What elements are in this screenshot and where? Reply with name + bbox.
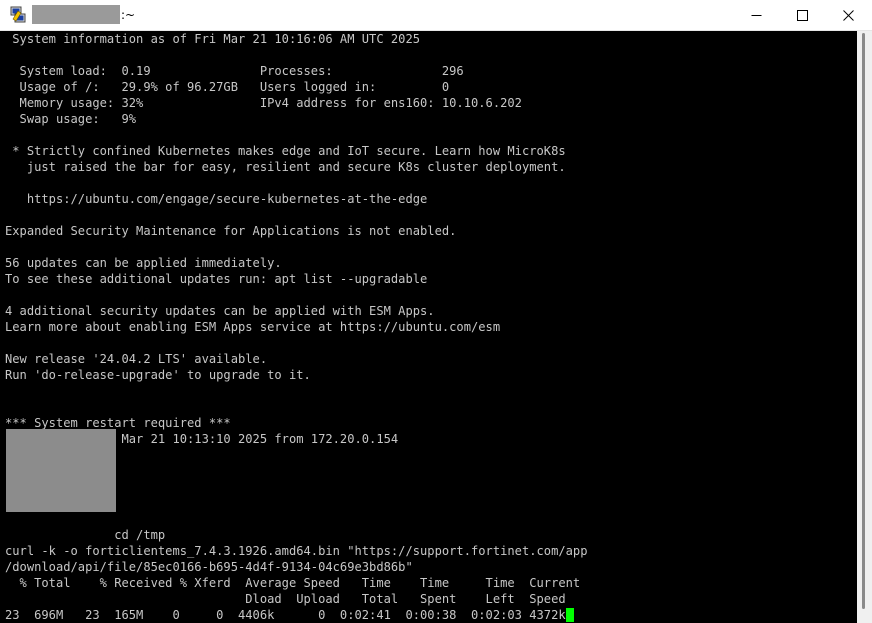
terminal-line: Usage of /: 29.9% of 96.27GB Users logge… [5, 80, 450, 94]
close-button[interactable] [825, 0, 871, 30]
terminal-line: Dload Upload Total Spent Left Speed [5, 592, 566, 606]
terminal-line: https://ubuntu.com/engage/secure-kuberne… [5, 192, 428, 206]
putty-window: :~ System information as of Fri Mar 21 1… [0, 0, 872, 623]
terminal-output[interactable]: System information as of Fri Mar 21 10:1… [0, 31, 857, 623]
terminal-line: cd /tmp [5, 528, 166, 542]
terminal-line: Expanded Security Maintenance for Applic… [5, 224, 457, 238]
maximize-button[interactable] [779, 0, 825, 30]
terminal-line: To see these additional updates run: apt… [5, 272, 428, 286]
terminal-line: Run 'do-release-upgrade' to upgrade to i… [5, 368, 311, 382]
terminal-cursor [565, 608, 574, 622]
terminal-line: % Total % Received % Xferd Average Speed… [5, 576, 581, 590]
terminal-line: Swap usage: 9% [5, 112, 137, 126]
title-bar[interactable]: :~ [0, 0, 872, 31]
vertical-scrollbar[interactable] [857, 31, 872, 623]
putty-icon[interactable] [9, 6, 27, 24]
terminal-line: System information as of Fri Mar 21 10:1… [5, 32, 421, 46]
maximize-icon [796, 9, 808, 21]
terminal-line: * Strictly confined Kubernetes makes edg… [5, 144, 566, 158]
terminal-line: Learn more about enabling ESM Apps servi… [5, 320, 501, 334]
terminal-line: Memory usage: 32% IPv4 address for ens16… [5, 96, 522, 110]
redacted-hostname [32, 5, 120, 24]
terminal-line: New release '24.04.2 LTS' available. [5, 352, 268, 366]
terminal-line: System load: 0.19 Processes: 296 [5, 64, 464, 78]
scrollbar-thumb[interactable] [862, 33, 865, 609]
terminal-line: just raised the bar for easy, resilient … [5, 160, 566, 174]
terminal-line: /download/api/file/85ec0166-b695-4d4f-91… [5, 560, 413, 574]
terminal-line: 56 updates can be applied immediately. [5, 256, 282, 270]
redacted-prompt [6, 429, 116, 512]
close-icon [842, 9, 854, 21]
minimize-button[interactable] [733, 0, 779, 30]
terminal-line: 4 additional security updates can be app… [5, 304, 435, 318]
window-title: :~ [121, 8, 136, 22]
terminal-line: curl -k -o forticlientems_7.4.3.1926.amd… [5, 544, 588, 558]
terminal-line: 23 696M 23 165M 0 0 4406k 0 0:02:41 0:00… [5, 607, 574, 623]
minimize-icon [751, 14, 761, 16]
